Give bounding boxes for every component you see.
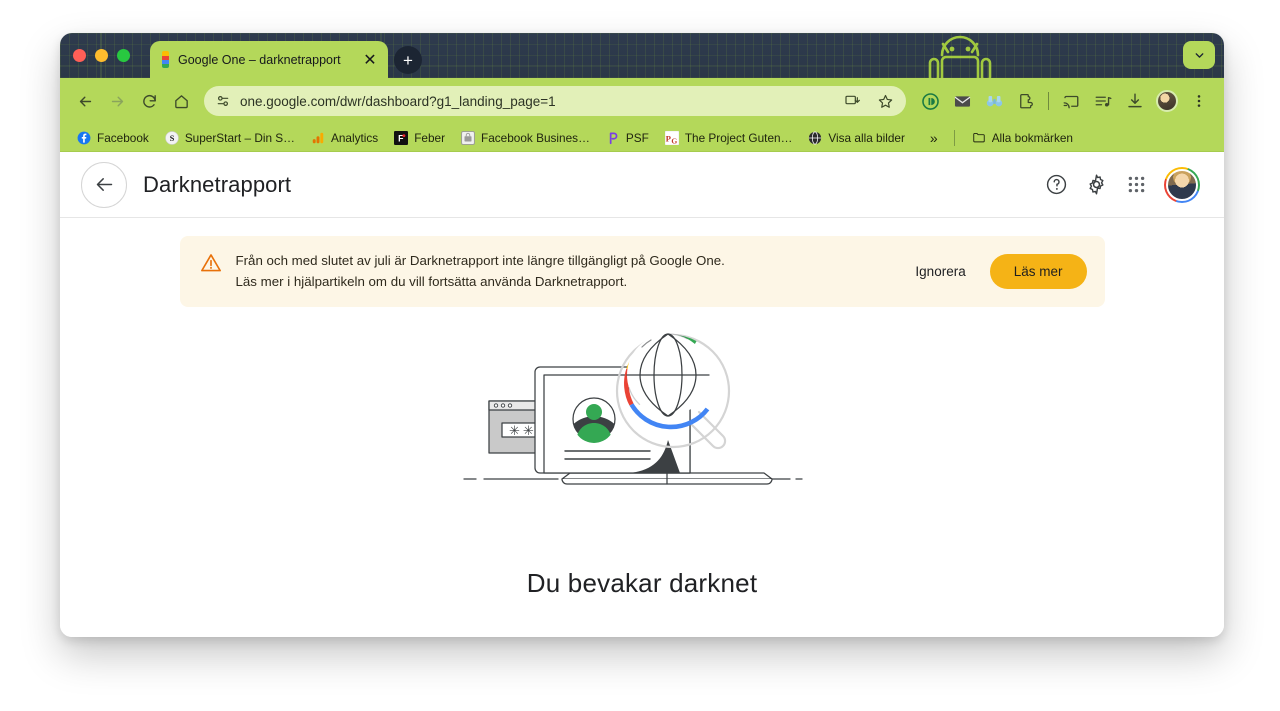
browser-window: Google One – darknetrapport ✕ + — [60, 33, 1224, 637]
google-apps-grid-icon[interactable] — [1124, 173, 1148, 197]
feber-icon: F — [394, 131, 408, 145]
tab-title: Google One – darknetrapport — [178, 53, 353, 67]
hero-section: ✳✳✳ — [60, 331, 1224, 599]
globe-icon — [808, 131, 822, 145]
header-actions — [1044, 167, 1200, 203]
svg-text:G: G — [671, 136, 677, 145]
forward-arrow-icon[interactable] — [102, 86, 132, 116]
bookmark-facebook-business[interactable]: Facebook Busines… — [454, 129, 597, 147]
browser-tab-active[interactable]: Google One – darknetrapport ✕ — [150, 41, 388, 78]
url-text[interactable]: one.google.com/dwr/dashboard?g1_landing_… — [240, 94, 828, 109]
bookmark-label: Facebook — [97, 131, 149, 145]
star-icon[interactable] — [870, 86, 900, 116]
bookmarks-overflow-button[interactable]: » — [924, 130, 944, 146]
binoculars-icon[interactable] — [979, 86, 1009, 116]
learn-more-button[interactable]: Läs mer — [990, 254, 1087, 289]
three-dot-menu-icon[interactable] — [1184, 86, 1214, 116]
bookmark-facebook[interactable]: Facebook — [70, 129, 156, 147]
psf-icon — [606, 131, 620, 145]
warning-triangle-icon — [200, 252, 222, 274]
page-title: Darknetrapport — [143, 172, 291, 198]
banner-line-1: Från och med slutet av juli är Darknetra… — [236, 250, 896, 271]
back-arrow-icon[interactable] — [70, 86, 100, 116]
window-close-button[interactable] — [73, 49, 86, 62]
bookmark-label: The Project Guten… — [685, 131, 793, 145]
bookmark-label: SuperStart – Din S… — [185, 131, 295, 145]
banner-actions: Ignorera Läs mer — [909, 254, 1086, 289]
bookmark-superstart[interactable]: S SuperStart – Din S… — [158, 129, 302, 147]
svg-text:P: P — [665, 133, 671, 143]
account-avatar[interactable] — [1164, 167, 1200, 203]
bookmark-label: Feber — [414, 131, 445, 145]
superstart-icon: S — [165, 131, 179, 145]
bookmark-label: PSF — [626, 131, 649, 145]
address-bar[interactable]: one.google.com/dwr/dashboard?g1_landing_… — [204, 86, 906, 116]
window-minimize-button[interactable] — [95, 49, 108, 62]
hero-title: Du bevakar darknet — [527, 568, 758, 599]
avatar — [1166, 169, 1198, 201]
avatar — [1156, 90, 1178, 112]
cast-icon[interactable] — [1056, 86, 1086, 116]
browser-toolbar: one.google.com/dwr/dashboard?g1_landing_… — [60, 78, 1224, 124]
facebook-business-icon — [461, 131, 475, 145]
facebook-icon — [77, 131, 91, 145]
playlist-icon[interactable] — [1088, 86, 1118, 116]
home-icon[interactable] — [166, 86, 196, 116]
project-gutenberg-icon: PG — [665, 131, 679, 145]
page-back-button[interactable] — [81, 162, 127, 208]
back-arrow-icon — [94, 174, 115, 195]
banner-container: Från och med slutet av juli är Darknetra… — [60, 218, 1224, 307]
chevron-down-icon — [1193, 49, 1206, 62]
browser-tabstrip: Google One – darknetrapport ✕ + — [60, 33, 1224, 78]
toolbar-divider — [1048, 92, 1049, 110]
all-bookmarks-button[interactable]: Alla bokmärken — [965, 129, 1080, 147]
bookmark-label: Analytics — [331, 131, 378, 145]
bookmark-feber[interactable]: F Feber — [387, 129, 452, 147]
site-settings-icon[interactable] — [215, 93, 231, 109]
bookmark-visa-alla-bilder[interactable]: Visa alla bilder — [801, 129, 912, 147]
profile-avatar[interactable] — [1152, 86, 1182, 116]
bookmarks-divider — [954, 130, 955, 146]
new-tab-button[interactable]: + — [394, 46, 422, 74]
bookmarks-bar: Facebook S SuperStart – Din S… Analytics… — [60, 124, 1224, 152]
window-controls[interactable] — [73, 49, 130, 62]
reload-icon[interactable] — [134, 86, 164, 116]
window-maximize-button[interactable] — [117, 49, 130, 62]
download-icon[interactable] — [1120, 86, 1150, 116]
page-content: Darknetrapport — [60, 152, 1224, 637]
puzzle-extension-icon[interactable] — [1011, 86, 1041, 116]
banner-line-2: Läs mer i hjälpartikeln om du vill forts… — [236, 271, 896, 292]
tabstrip-menu-button[interactable] — [1183, 41, 1215, 69]
gear-icon[interactable] — [1084, 173, 1108, 197]
darknet-monitoring-illustration: ✳✳✳ — [462, 331, 822, 506]
deprecation-banner: Från och med slutet av juli är Darknetra… — [180, 236, 1105, 307]
svg-text:S: S — [170, 133, 175, 142]
bookmark-psf[interactable]: PSF — [599, 129, 656, 147]
bookmark-label: Visa alla bilder — [828, 131, 905, 145]
all-bookmarks-label: Alla bokmärken — [992, 131, 1073, 145]
screen-root: Google One – darknetrapport ✕ + — [0, 0, 1280, 711]
dismiss-button[interactable]: Ignorera — [909, 256, 971, 287]
install-app-icon[interactable] — [837, 86, 867, 116]
folder-icon — [972, 131, 986, 145]
email-icon[interactable] — [947, 86, 977, 116]
bookmark-project-gutenberg[interactable]: PG The Project Guten… — [658, 129, 800, 147]
close-icon[interactable]: ✕ — [362, 52, 378, 68]
bookmark-analytics[interactable]: Analytics — [304, 129, 385, 147]
bookmark-label: Facebook Busines… — [481, 131, 590, 145]
google-one-icon — [162, 51, 169, 68]
banner-message: Från och med slutet av juli är Darknetra… — [236, 250, 896, 293]
pocket-icon[interactable] — [915, 86, 945, 116]
app-header: Darknetrapport — [60, 152, 1224, 218]
analytics-icon — [311, 131, 325, 145]
help-circle-icon[interactable] — [1044, 173, 1068, 197]
